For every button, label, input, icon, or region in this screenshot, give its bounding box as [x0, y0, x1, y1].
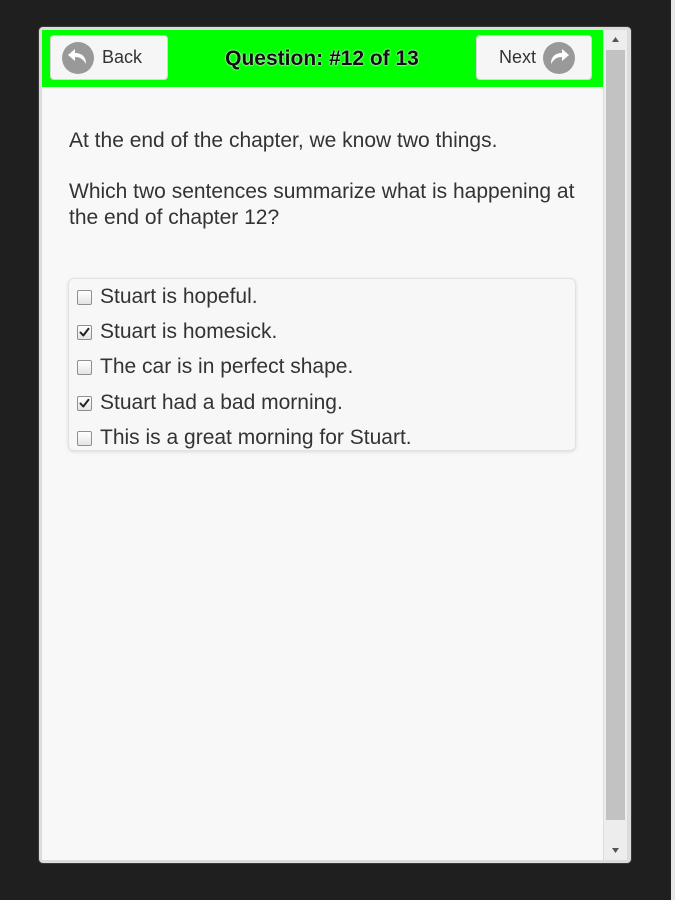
redo-arrow-icon [543, 41, 576, 74]
answer-checkbox[interactable] [77, 289, 92, 305]
answer-checkbox[interactable] [77, 430, 92, 446]
checkmark-icon [79, 398, 90, 407]
scrollbar-thumb[interactable] [606, 50, 625, 820]
answer-option-label: This is a great morning for Stuart. [100, 426, 412, 449]
answer-checkbox[interactable] [77, 324, 92, 340]
answer-checkbox[interactable] [77, 395, 92, 411]
app-window: Back Question: #12 of 13 Next At the end… [39, 27, 631, 863]
question-prompt: Which two sentences summarize what is ha… [69, 180, 575, 229]
triangle-down-icon[interactable] [604, 842, 627, 860]
back-button-label: Back [102, 47, 143, 67]
answer-checkbox[interactable] [77, 359, 92, 375]
question-counter-title: Question: #12 of 13 [225, 47, 419, 70]
triangle-up-icon[interactable] [604, 30, 627, 48]
checkmark-icon [79, 327, 90, 336]
question-content: At the end of the chapter, we know two t… [69, 128, 589, 231]
answer-option[interactable]: Stuart is hopeful. [69, 279, 575, 315]
answer-options-list: Stuart is hopeful. Stuart is homesick. T… [68, 278, 576, 451]
answer-option[interactable]: The car is in perfect shape. [69, 349, 575, 385]
undo-arrow-icon [62, 41, 94, 74]
answer-option[interactable]: This is a great morning for Stuart. [69, 420, 575, 456]
answer-option-label: Stuart is homesick. [100, 320, 278, 343]
question-header: Back Question: #12 of 13 Next [42, 30, 603, 87]
next-button-label: Next [499, 47, 537, 67]
quiz-viewport: Back Question: #12 of 13 Next At the end… [42, 30, 603, 860]
answer-option-label: Stuart is hopeful. [100, 285, 258, 308]
answer-option[interactable]: Stuart is homesick. [69, 314, 575, 350]
back-button[interactable]: Back [50, 35, 168, 80]
screen-edge [671, 0, 675, 900]
question-intro: At the end of the chapter, we know two t… [69, 129, 498, 152]
answer-option[interactable]: Stuart had a bad morning. [69, 385, 575, 421]
next-button[interactable]: Next [476, 35, 592, 80]
answer-option-label: Stuart had a bad morning. [100, 391, 343, 414]
answer-option-label: The car is in perfect shape. [100, 355, 354, 378]
vertical-scrollbar[interactable] [604, 30, 627, 860]
